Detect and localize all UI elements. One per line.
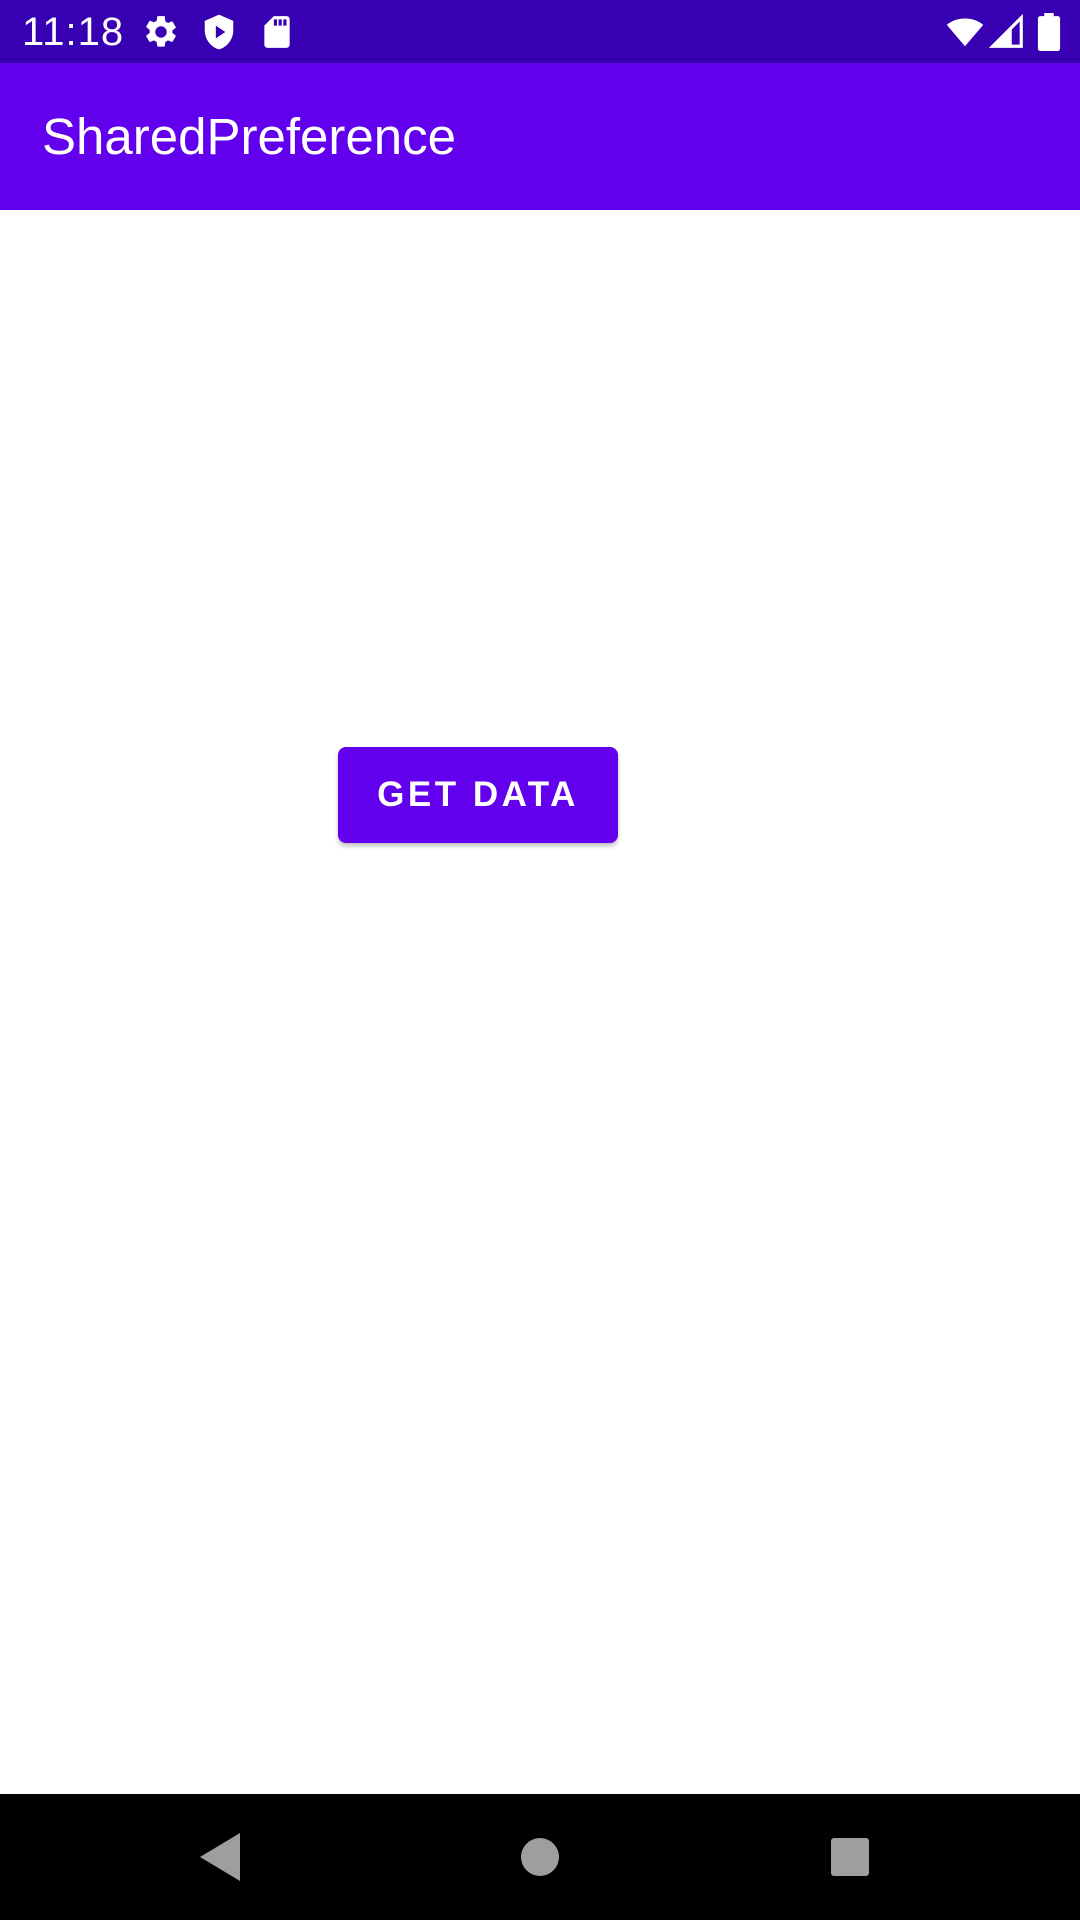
screen: 11:18 SharedPreference GET DATA [0, 0, 1080, 1920]
app-bar: SharedPreference [0, 63, 1080, 210]
cell-signal-icon [988, 13, 1026, 51]
shield-play-icon [200, 13, 238, 51]
app-title: SharedPreference [42, 108, 456, 165]
wifi-icon [944, 13, 986, 51]
status-time: 11:18 [22, 10, 125, 54]
battery-icon [1036, 13, 1062, 51]
back-icon[interactable] [196, 1827, 256, 1887]
home-icon[interactable] [510, 1827, 570, 1887]
navigation-bar [0, 1794, 1080, 1920]
main-content: GET DATA [0, 210, 1080, 1794]
sd-card-icon [258, 13, 296, 51]
get-data-button[interactable]: GET DATA [338, 747, 618, 843]
recents-icon[interactable] [820, 1827, 880, 1887]
settings-icon [142, 13, 180, 51]
status-bar: 11:18 [0, 0, 1080, 63]
